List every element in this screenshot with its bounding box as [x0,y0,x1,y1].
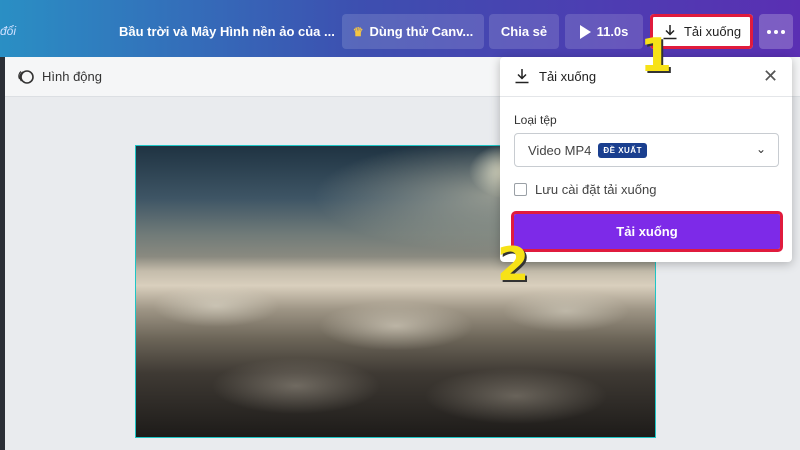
document-title[interactable]: Bầu trời và Mây Hình nền ảo của ... [119,24,335,39]
panel-download-button[interactable]: Tải xuống [511,211,783,252]
save-settings-row[interactable]: Lưu cài đặt tải xuống [514,182,656,197]
recommended-badge: ĐỀ XUẤT [598,142,647,158]
try-canva-pro-button[interactable]: ♛ Dùng thử Canv... [342,14,484,49]
step-1-annotation: 1 [640,28,673,82]
top-bar: đổi Bầu trời và Mây Hình nền ảo của ... … [0,0,800,57]
cloud-layer [136,266,655,437]
step-2-annotation: 2 [497,237,530,291]
download-panel-title: Tải xuống [539,69,597,84]
save-settings-label: Lưu cài đặt tải xuống [535,182,657,197]
download-panel: Tải xuống ✕ Loại tệp Video MP4 ĐỀ XUẤT ⌄… [500,57,792,262]
animate-button[interactable]: Hình động [42,69,102,84]
play-duration: 11.0s [596,24,629,39]
share-label: Chia sẻ [500,24,548,39]
resize-menu-label[interactable]: đổi [0,24,16,38]
play-icon [579,24,591,39]
play-button[interactable]: 11.0s [565,14,643,49]
share-button[interactable]: Chia sẻ [489,14,559,49]
crown-icon: ♛ [352,24,364,39]
file-type-value: Video MP4 [528,142,592,158]
more-icon [767,29,785,34]
file-type-select[interactable]: Video MP4 ĐỀ XUẤT ⌄ [514,133,779,167]
file-type-label: Loại tệp [514,113,557,127]
chevron-down-icon: ⌄ [755,142,766,156]
close-icon[interactable]: ✕ [763,67,778,85]
try-canva-pro-label: Dùng thử Canv... [369,24,474,39]
animate-icon [18,70,34,84]
save-settings-checkbox[interactable] [514,183,527,196]
download-button-label: Tải xuống [683,24,742,39]
download-icon [515,69,529,84]
more-options-button[interactable] [759,14,793,49]
